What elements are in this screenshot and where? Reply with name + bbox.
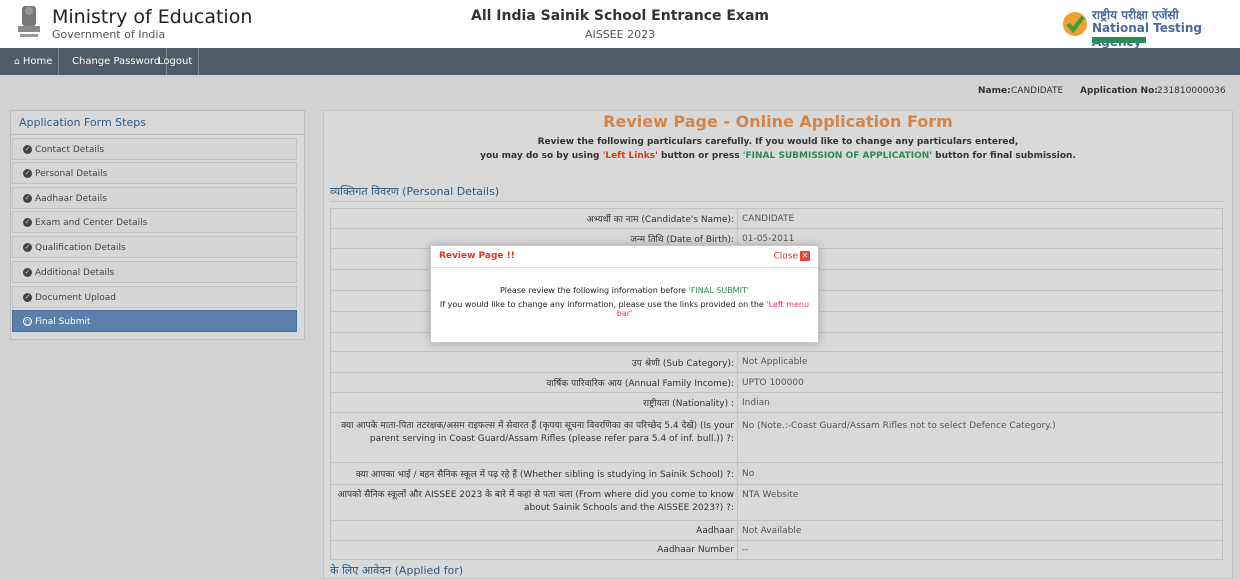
row-label: उप श्रेणी (Sub Category): — [631, 358, 734, 369]
table-row: राष्ट्रीयता (Nationality) : Indian — [330, 392, 1223, 412]
modal-text: Please review the following information … — [499, 286, 689, 295]
modal-message-line-2: If you would like to change any informat… — [431, 300, 818, 318]
check-circle-icon: ✓ — [23, 169, 32, 178]
modal-header: Review Page !! Close ✕ — [431, 246, 818, 268]
instruction-line-2: you may do so by using 'Left Links' butt… — [323, 151, 1233, 161]
name-label: Name: — [978, 86, 1011, 96]
row-value: -- — [737, 541, 1222, 559]
left-links-text: 'Left Links' — [602, 151, 658, 161]
row-value: NTA Website — [737, 485, 1222, 520]
check-circle-icon: ✓ — [23, 145, 32, 154]
check-circle-icon: ✓ — [23, 293, 32, 302]
final-submission-text: 'FINAL SUBMISSION OF APPLICATION' — [742, 151, 933, 161]
row-label: आपको सैनिक स्कूलों और AISSEE 2023 के बार… — [337, 490, 734, 513]
table-row: Aadhaar Number -- — [330, 540, 1223, 560]
sidebar-item-label: Exam and Center Details — [35, 218, 148, 228]
nav-home[interactable]: ⌂ Home — [8, 48, 60, 75]
final-submit-text: 'FINAL SUBMIT' — [688, 286, 750, 295]
application-no-value: 231810000036 — [1157, 86, 1226, 96]
sidebar-item-qualification-details[interactable]: ✓ Qualification Details — [12, 236, 297, 258]
row-label: Aadhaar Number — [657, 545, 734, 555]
nav-logout[interactable]: Logout — [152, 48, 200, 75]
row-value: No — [737, 463, 1222, 484]
row-value: CANDIDATE — [737, 209, 1222, 228]
modal-close-label: Close — [773, 251, 798, 262]
modal-close-button[interactable]: Close ✕ — [773, 251, 810, 262]
clock-icon: ○ — [23, 317, 32, 326]
sidebar-item-additional-details[interactable]: ✓ Additional Details — [12, 261, 297, 283]
sidebar-title: Application Form Steps — [11, 111, 304, 135]
table-row: Aadhaar Not Available — [330, 520, 1223, 540]
sidebar-item-aadhaar-details[interactable]: ✓ Aadhaar Details — [12, 187, 297, 209]
section-divider — [330, 201, 1223, 202]
instruction-line-1: Review the following particulars careful… — [537, 137, 1019, 147]
row-value: UPTO 100000 — [737, 373, 1222, 392]
name-value: CANDIDATE — [1011, 86, 1064, 96]
home-icon: ⌂ — [14, 57, 20, 67]
check-circle-icon: ✓ — [23, 194, 32, 203]
row-value: Not Available — [737, 521, 1222, 540]
sidebar-item-personal-details[interactable]: ✓ Personal Details — [12, 162, 297, 184]
row-label: राष्ट्रीयता (Nationality) : — [643, 399, 734, 409]
check-circle-icon: ✓ — [23, 268, 32, 277]
table-row: क्या आपका भाई / बहन सैनिक स्कूल में पढ़ … — [330, 462, 1223, 484]
sidebar-item-label: Document Upload — [35, 293, 117, 303]
nav-home-label: Home — [22, 56, 53, 67]
sidebar-item-label: Aadhaar Details — [35, 194, 107, 204]
section-applied-for: के लिए आवेदन (Applied for) — [330, 563, 463, 578]
row-value: Not Applicable — [737, 352, 1222, 372]
section-title-hindi: व्यक्तिगत विवरण — [330, 185, 399, 198]
table-row: उप श्रेणी (Sub Category): Not Applicable — [330, 351, 1223, 372]
row-label: Aadhaar — [696, 525, 734, 536]
sidebar-item-label: Contact Details — [35, 145, 105, 155]
user-info-bar: Name: CANDIDATE Application No: 23181000… — [0, 80, 1240, 100]
check-circle-icon: ✓ — [23, 218, 32, 227]
section-title-hindi: के लिए आवेदन — [330, 564, 392, 577]
sidebar-item-exam-center-details[interactable]: ✓ Exam and Center Details — [12, 211, 297, 233]
row-label: अभ्यर्थी का नाम (Candidate's Name): — [586, 215, 734, 225]
sidebar-item-label: Personal Details — [35, 169, 108, 179]
review-modal: Review Page !! Close ✕ Please review the … — [430, 245, 819, 343]
section-title-english: (Applied for) — [394, 564, 464, 577]
sidebar-item-final-submit[interactable]: ○ Final Submit — [12, 310, 297, 332]
sidebar-item-label: Additional Details — [35, 268, 115, 278]
row-value: No (Note.:-Coast Guard/Assam Rifles not … — [737, 413, 1222, 462]
exam-subtitle: AISSEE 2023 — [584, 28, 656, 41]
instruction-text: button or press — [657, 151, 743, 161]
sidebar-item-label: Qualification Details — [35, 243, 126, 253]
table-row: अभ्यर्थी का नाम (Candidate's Name): CAND… — [330, 208, 1223, 228]
modal-text: If you would like to change any informat… — [439, 300, 767, 309]
close-icon: ✕ — [800, 251, 810, 261]
table-row: क्या आपके माता-पिता तटरक्षक/असम राइफल्स … — [330, 412, 1223, 462]
nta-english-name: National Testing Agency — [1092, 21, 1203, 49]
exam-title: All India Sainik School Entrance Exam — [471, 8, 769, 24]
section-title-english: (Personal Details) — [402, 185, 500, 198]
table-row: वार्षिक पारिवारिक आय (Annual Family Inco… — [330, 372, 1223, 392]
row-label: क्या आपका भाई / बहन सैनिक स्कूल में पढ़ … — [355, 470, 734, 480]
page-title: Review Page - Online Application Form — [603, 112, 953, 131]
sidebar-item-contact-details[interactable]: ✓ Contact Details — [12, 138, 297, 160]
modal-title: Review Page !! — [439, 251, 515, 261]
sidebar-item-label: Final Submit — [35, 317, 91, 327]
row-value: Indian — [737, 393, 1222, 412]
instruction-text: button for final submission. — [932, 151, 1076, 161]
top-navbar: ⌂ Home Change Password Logout — [0, 48, 1240, 75]
section-personal-details: व्यक्तिगत विवरण (Personal Details) — [330, 184, 499, 199]
row-label: वार्षिक पारिवारिक आय (Annual Family Inco… — [546, 379, 734, 389]
nta-logo-icon — [1063, 12, 1087, 36]
modal-message-line-1: Please review the following information … — [431, 286, 818, 295]
application-no-label: Application No: — [1080, 86, 1158, 96]
sidebar-item-document-upload[interactable]: ✓ Document Upload — [12, 286, 297, 308]
instruction-text: you may do so by using — [480, 151, 603, 161]
site-header: Ministry of Education Government of Indi… — [0, 0, 1240, 49]
table-row: आपको सैनिक स्कूलों और AISSEE 2023 के बार… — [330, 484, 1223, 520]
check-circle-icon: ✓ — [23, 243, 32, 252]
row-label: क्या आपके माता-पिता तटरक्षक/असम राइफल्स … — [341, 421, 734, 444]
nta-tagline-badge — [1092, 37, 1146, 43]
